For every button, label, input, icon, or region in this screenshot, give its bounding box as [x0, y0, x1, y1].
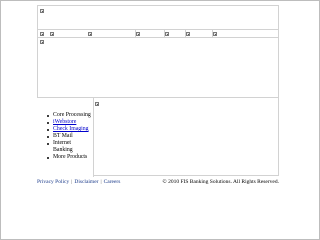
sidebar-item-core-processing: Core Processing [47, 112, 92, 119]
footer-separator: | [100, 179, 102, 185]
header-banner [37, 5, 279, 30]
check-imaging-link[interactable]: Check Imaging [53, 126, 89, 132]
sidebar-item-more-products: More Products [47, 154, 92, 161]
sidebar-item-iwebstore[interactable]: iWebstore [47, 119, 92, 126]
main-content [93, 97, 279, 176]
nav-image-5-icon[interactable] [165, 32, 169, 36]
nav-image-1-icon[interactable] [40, 32, 44, 36]
banner-image-icon [40, 9, 44, 13]
hero-area [37, 37, 279, 98]
nav-image-3-icon[interactable] [88, 32, 92, 36]
nav-image-4-icon[interactable] [136, 32, 140, 36]
copyright-text: © 2010 FIS Banking Solutions. All Rights… [162, 179, 279, 185]
hero-image-icon [40, 40, 44, 44]
footer-separator: | [71, 179, 73, 185]
sidebar-item-bt-mail: BT Mail [47, 133, 92, 140]
disclaimer-link[interactable]: Disclaimer [74, 179, 98, 185]
footer-links: Privacy Policy | Disclaimer | Careers [37, 179, 120, 186]
sidebar-item-check-imaging[interactable]: Check Imaging [47, 126, 92, 133]
nav-image-7-icon[interactable] [213, 32, 217, 36]
nav-image-6-icon[interactable] [186, 32, 190, 36]
iwebstore-link[interactable]: iWebstore [53, 119, 76, 125]
nav-image-2-icon[interactable] [50, 32, 54, 36]
content-image-icon [95, 102, 99, 106]
careers-link[interactable]: Careers [104, 179, 121, 185]
sidebar-item-internet-banking: Internet Banking [47, 140, 92, 154]
product-list: Core Processing iWebstore Check Imaging … [47, 112, 92, 161]
privacy-policy-link[interactable]: Privacy Policy [37, 179, 69, 185]
